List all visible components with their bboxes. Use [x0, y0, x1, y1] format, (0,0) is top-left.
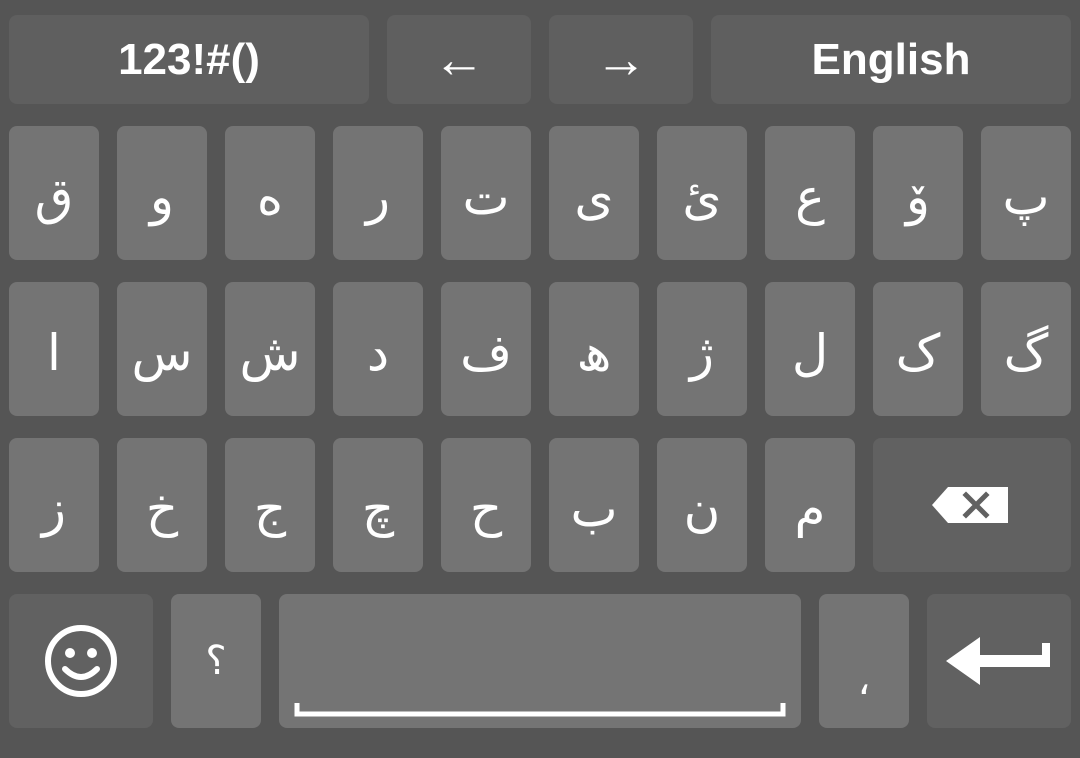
letter-key[interactable]: ى [549, 126, 639, 260]
letter-key[interactable]: ش [225, 282, 315, 416]
letter-key[interactable]: س [117, 282, 207, 416]
key-label: پ [1002, 168, 1050, 226]
right-arrow-icon: → [595, 30, 647, 89]
letter-key[interactable]: د [333, 282, 423, 416]
key-label: و [149, 168, 175, 226]
letter-key[interactable]: ر [333, 126, 423, 260]
letter-key[interactable]: ح [441, 438, 531, 572]
letter-key[interactable]: پ [981, 126, 1071, 260]
emoji-key[interactable] [9, 594, 153, 728]
key-label: ؟ [205, 638, 227, 684]
letter-key[interactable]: چ [333, 438, 423, 572]
letter-key[interactable]: ژ [657, 282, 747, 416]
letter-key[interactable]: ج [225, 438, 315, 572]
key-label: ز [41, 480, 67, 538]
letter-key[interactable]: ە [225, 126, 315, 260]
left-arrow-icon: ← [433, 30, 485, 89]
letter-key[interactable]: ع [765, 126, 855, 260]
letter-key[interactable]: ک [873, 282, 963, 416]
space-bar-icon [294, 702, 786, 718]
key-label: ژ [689, 324, 715, 382]
letter-key[interactable]: ا [9, 282, 99, 416]
key-label: ک [895, 324, 941, 382]
key-label: ، [857, 658, 871, 704]
enter-icon [946, 635, 1052, 687]
key-label: خ [145, 480, 179, 538]
key-label: ش [239, 324, 301, 382]
letter-key[interactable]: ف [441, 282, 531, 416]
key-label: ع [795, 168, 825, 226]
letter-key[interactable]: خ [117, 438, 207, 572]
letter-key[interactable]: و [117, 126, 207, 260]
cursor-right-key[interactable]: → [549, 15, 693, 104]
key-label: س [131, 324, 193, 382]
key-label: چ [361, 480, 395, 538]
key-label: ج [253, 480, 287, 538]
language-switch-key[interactable]: English [711, 15, 1071, 104]
symbols-key[interactable]: 123!#() [9, 15, 369, 104]
key-label: گ [1003, 324, 1049, 382]
key-label: ۆ [905, 168, 931, 226]
question-mark-key[interactable]: ؟ [171, 594, 261, 728]
cursor-left-key[interactable]: ← [387, 15, 531, 104]
key-label: ب [570, 480, 618, 538]
key-label: ا [47, 324, 61, 382]
key-label: ئ [682, 168, 722, 226]
backspace-key[interactable] [873, 438, 1071, 572]
letter-key[interactable]: ل [765, 282, 855, 416]
key-label: ر [365, 168, 391, 226]
key-label: ى [574, 168, 614, 226]
space-key[interactable] [279, 594, 801, 728]
key-label: ح [469, 480, 503, 538]
letter-key[interactable]: ز [9, 438, 99, 572]
key-label: ق [34, 168, 74, 226]
enter-key[interactable] [927, 594, 1071, 728]
letter-key[interactable]: ھ [549, 282, 639, 416]
letter-key[interactable]: ب [549, 438, 639, 572]
letter-key[interactable]: ن [657, 438, 747, 572]
comma-key[interactable]: ، [819, 594, 909, 728]
emoji-icon [43, 623, 119, 699]
symbols-key-label: 123!#() [118, 34, 260, 84]
keyboard: 123!#() ← → English ق و ە ر ت ى ئ ع ۆ پ … [0, 0, 1080, 758]
key-label: ت [462, 168, 510, 226]
letter-key[interactable]: م [765, 438, 855, 572]
letter-key[interactable]: ئ [657, 126, 747, 260]
key-label: ە [256, 168, 284, 226]
letter-key[interactable]: گ [981, 282, 1071, 416]
key-label: ھ [576, 324, 612, 382]
key-label: ن [683, 480, 721, 538]
backspace-icon [932, 485, 1012, 525]
key-label: ل [791, 324, 829, 382]
letter-key[interactable]: ۆ [873, 126, 963, 260]
key-label: م [794, 480, 826, 538]
language-label: English [811, 34, 971, 84]
key-label: د [366, 324, 390, 382]
letter-key[interactable]: ق [9, 126, 99, 260]
key-label: ف [460, 324, 512, 382]
letter-key[interactable]: ت [441, 126, 531, 260]
